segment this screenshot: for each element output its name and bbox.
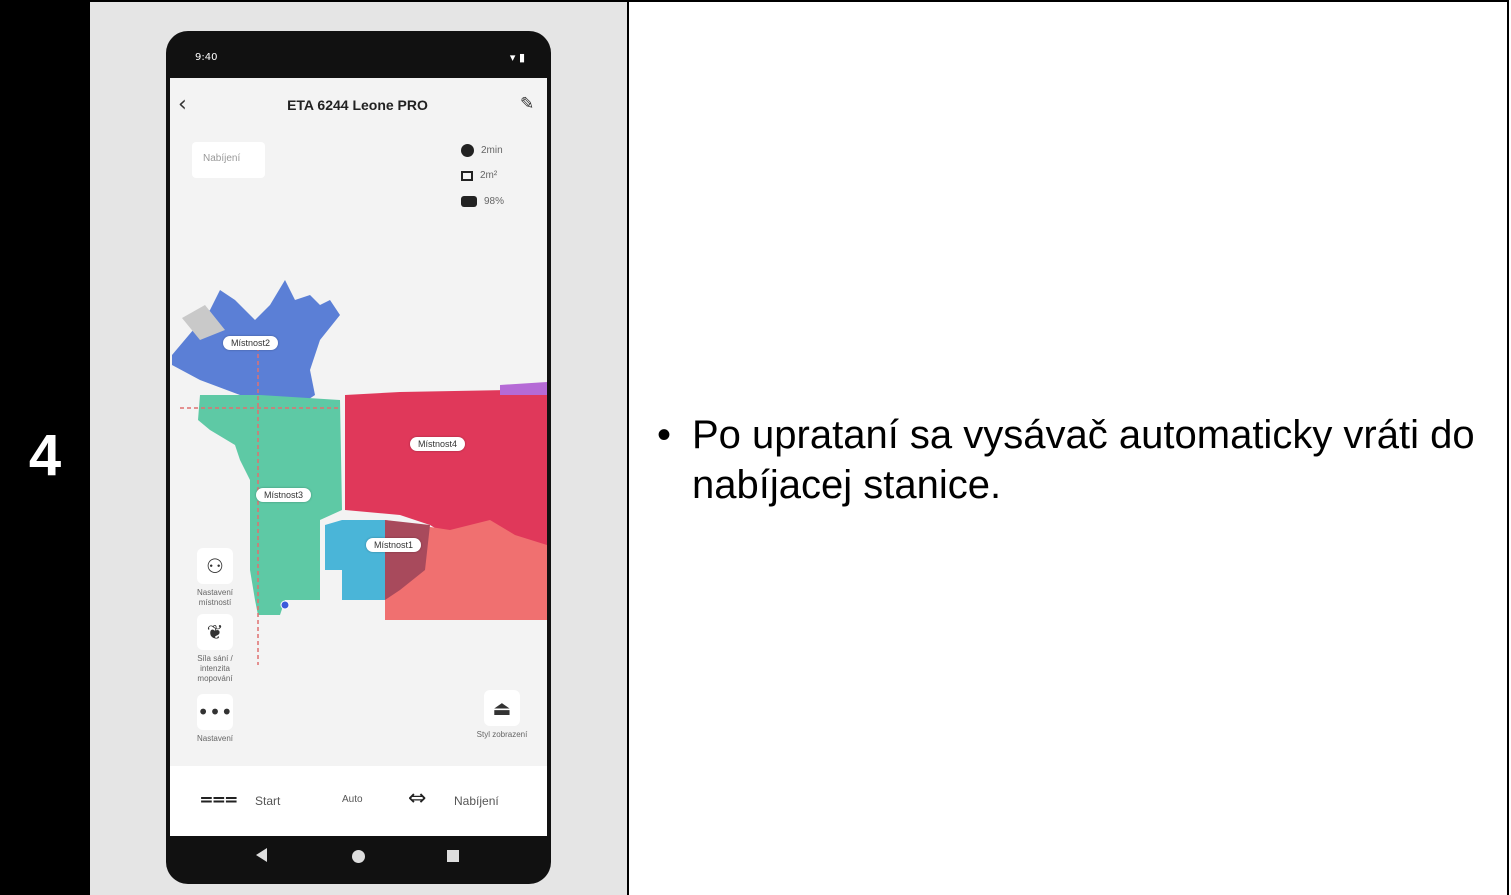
status-label: Nabíjení [203,153,241,164]
stat-battery: 98% [461,196,504,207]
area-icon [461,170,473,181]
status-time: 9:40 [195,52,218,63]
step-number: 4 [28,423,62,488]
start-button[interactable]: Start [255,794,280,808]
room-label-4[interactable]: Místnost4 [410,437,466,451]
more-icon: ••• [197,694,233,730]
stat-area-value: 2m² [480,170,498,181]
map-view-icon: ⏏ [484,690,520,726]
room-settings-label: Nastavení místností [196,588,234,607]
room-purple [500,382,547,395]
stat-time-value: 2min [481,145,503,156]
suction-button[interactable]: ❦ Síla sání / intenzita mopování [188,614,242,684]
charge-button[interactable]: Nabíjení [454,794,499,808]
room-settings-icon: ⚇ [197,548,233,584]
room-label-3[interactable]: Místnost3 [256,488,312,502]
nav-recent-icon[interactable] [447,850,459,862]
room-label-1[interactable]: Místnost1 [366,538,422,552]
nav-back-icon[interactable] [256,848,267,862]
cleaning-map[interactable] [170,270,547,670]
status-bar: 9:40 ▾ ▮ [195,50,525,68]
stat-area: 2m² [461,170,497,181]
map-view-label: Styl zobrazení [476,730,528,739]
nav-home-icon[interactable] [352,850,365,863]
edit-icon[interactable]: ✎ [520,94,534,114]
step-column: 4 [0,0,90,895]
back-icon[interactable]: ‹ [178,92,187,117]
device-title: ETA 6244 Leone PRO [287,97,428,113]
android-navbar [170,836,547,880]
stat-time: 2min [461,144,503,157]
charge-icon[interactable]: ⇔ [408,786,426,811]
control-bar: ⩶ Start Auto ⇔ Nabíjení [170,766,547,836]
room-cyan [325,520,385,600]
wifi-battery-icon: ▾ ▮ [509,51,525,64]
stat-battery-value: 98% [484,196,505,207]
settings-label: Nastavení [196,734,234,743]
leaf-icon: ❦ [197,614,233,650]
instruction-text: Po uprataní sa vysávač automaticky vráti… [692,413,1475,507]
suction-label: Síla sání / intenzita mopování [197,654,233,683]
battery-icon [461,196,477,207]
instruction-item: • Po uprataní sa vysávač automaticky vrá… [657,410,1497,510]
start-icon[interactable]: ⩶ [200,786,238,811]
map-view-button[interactable]: ⏏ Styl zobrazení [474,690,530,740]
text-cell: • Po uprataní sa vysávač automaticky vrá… [629,2,1507,895]
clock-icon [461,144,474,157]
room-settings-button[interactable]: ⚇ Nastavení místností [188,548,242,608]
robot-marker [280,600,290,610]
bullet-icon: • [657,413,672,457]
mode-button[interactable]: Auto [342,794,363,805]
settings-button[interactable]: ••• Nastavení [188,694,242,744]
room-label-2[interactable]: Místnost2 [223,336,279,350]
